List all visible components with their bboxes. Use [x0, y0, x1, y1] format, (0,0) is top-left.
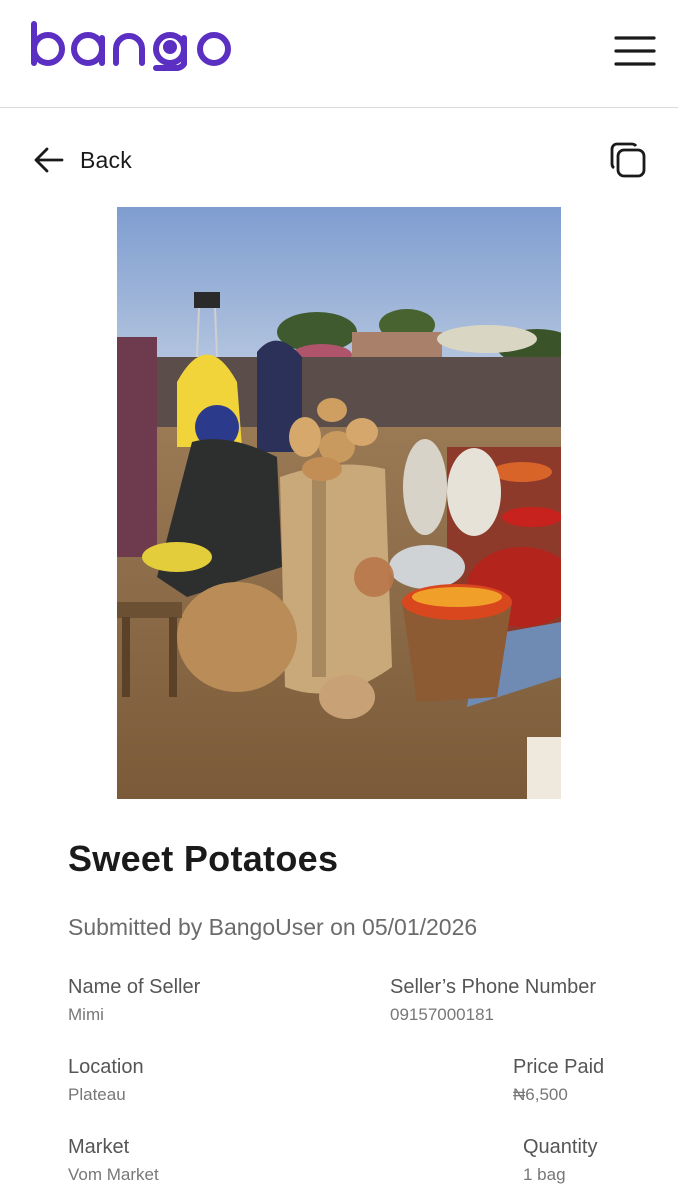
- seller-phone-label: Seller’s Phone Number: [390, 976, 597, 998]
- market-label: Market: [68, 1136, 130, 1158]
- seller-name-label: Name of Seller: [68, 976, 201, 998]
- seller-name-value: Mimi: [68, 1005, 104, 1024]
- back-button[interactable]: Back: [32, 138, 192, 182]
- price-paid-label: Price Paid: [513, 1056, 605, 1078]
- location-value: Plateau: [68, 1085, 126, 1104]
- app-header: [0, 0, 678, 108]
- quantity-label: Quantity: [523, 1136, 598, 1158]
- copy-icon[interactable]: [604, 136, 654, 186]
- hamburger-menu-icon[interactable]: [604, 28, 664, 74]
- bango-logo[interactable]: [28, 16, 238, 86]
- seller-phone-value[interactable]: 09157000181: [390, 1005, 494, 1025]
- location-label: Location: [68, 1056, 144, 1078]
- product-title: Sweet Potatoes: [68, 838, 339, 879]
- product-photo: [117, 207, 561, 799]
- arrow-left-icon: [34, 147, 64, 173]
- market-value: Vom Market: [68, 1165, 159, 1184]
- submitted-info: Submitted by BangoUser on 05/01/2026: [68, 914, 478, 940]
- quantity-value: 1 bag: [523, 1165, 566, 1184]
- price-paid-value: ₦6,500: [513, 1085, 568, 1104]
- back-label: Back: [80, 146, 132, 173]
